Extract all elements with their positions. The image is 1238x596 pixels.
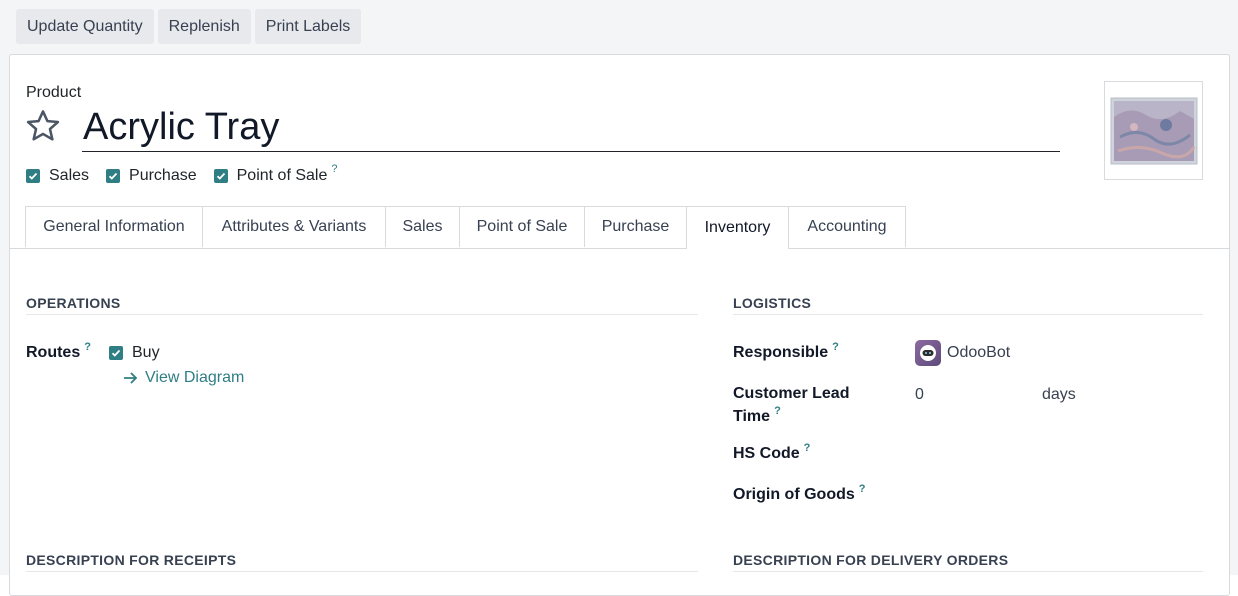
help-icon[interactable]: ? [804, 442, 811, 454]
view-diagram-link[interactable]: View Diagram [123, 369, 244, 387]
point-of-sale-flag-label: Point of Sale [236, 167, 328, 184]
point-of-sale-checkbox[interactable] [213, 169, 228, 183]
description-receipts-title: DESCRIPTION FOR RECEIPTS [26, 552, 237, 568]
customer-lead-time-label-line1: Customer Lead [733, 385, 850, 402]
responsible-field[interactable]: OdooBot [915, 340, 1010, 366]
tab-general-information[interactable]: General Information [25, 206, 203, 247]
tab-point-of-sale[interactable]: Point of Sale [459, 206, 585, 247]
hs-code-label: HS Code? [733, 442, 810, 467]
logistics-divider [733, 314, 1203, 315]
operations-title: OPERATIONS [26, 295, 121, 311]
responsible-value: OdooBot [947, 344, 1011, 361]
routes-label-text: Routes [26, 344, 81, 361]
help-icon[interactable]: ? [832, 341, 839, 353]
description-receipts-divider [26, 571, 698, 572]
tab-accounting[interactable]: Accounting [788, 206, 906, 247]
product-image-thumbnail [1110, 97, 1197, 164]
flag-point-of-sale[interactable]: Point of Sale ? [213, 163, 337, 185]
avatar [915, 340, 941, 366]
view-diagram-label: View Diagram [145, 369, 245, 386]
odoobot-icon [920, 345, 936, 361]
hs-code-input[interactable] [915, 442, 1205, 464]
description-delivery-divider [733, 571, 1203, 572]
customer-lead-time-label: Customer Lead Time? [733, 382, 849, 430]
tab-attributes-variants[interactable]: Attributes & Variants [202, 206, 386, 247]
flag-purchase[interactable]: Purchase [106, 167, 197, 185]
star-icon[interactable] [24, 107, 62, 145]
tab-purchase[interactable]: Purchase [584, 206, 687, 247]
customer-lead-time-label-line2: Time [733, 408, 771, 425]
action-bar: Update Quantity Replenish Print Labels [16, 9, 362, 44]
origin-of-goods-input[interactable] [915, 483, 1205, 505]
product-name: Acrylic Tray [83, 106, 280, 148]
route-buy-label: Buy [132, 344, 160, 361]
sales-checkbox[interactable] [26, 169, 40, 183]
help-icon[interactable]: ? [859, 483, 866, 495]
purchase-checkbox[interactable] [106, 169, 121, 183]
origin-of-goods-label: Origin of Goods? [733, 483, 866, 508]
help-icon[interactable]: ? [331, 163, 337, 175]
customer-lead-time-unit: days [1042, 386, 1076, 403]
help-icon[interactable]: ? [774, 405, 781, 417]
routes-label: Routes? [26, 341, 91, 366]
product-label: Product [26, 84, 82, 101]
product-image[interactable] [1104, 81, 1203, 180]
help-icon[interactable]: ? [84, 341, 91, 353]
tab-inventory[interactable]: Inventory [686, 206, 789, 249]
responsible-label: Responsible? [733, 341, 839, 366]
responsible-label-text: Responsible [733, 344, 829, 361]
route-buy-checkbox[interactable] [109, 346, 123, 360]
sales-flag-label: Sales [49, 167, 90, 184]
route-buy[interactable]: Buy [109, 344, 160, 362]
customer-lead-time-value[interactable]: 0 [915, 386, 924, 404]
logistics-title: LOGISTICS [733, 295, 812, 311]
hs-code-label-text: HS Code [733, 445, 800, 462]
update-quantity-button[interactable]: Update Quantity [16, 9, 154, 44]
description-delivery-title: DESCRIPTION FOR DELIVERY ORDERS [733, 552, 1009, 568]
purchase-flag-label: Purchase [129, 167, 197, 184]
arrow-right-icon [124, 372, 138, 384]
notebook-tabs: General Information Attributes & Variant… [10, 206, 1229, 249]
form-sheet: Product Acrylic Tray Sales Purchase Poin… [9, 54, 1230, 596]
origin-of-goods-label-text: Origin of Goods [733, 486, 855, 503]
product-name-field[interactable]: Acrylic Tray [82, 103, 1060, 152]
flag-sales[interactable]: Sales [26, 167, 89, 185]
product-flags: Sales Purchase Point of Sale ? [26, 163, 354, 185]
operations-divider [26, 314, 698, 315]
print-labels-button[interactable]: Print Labels [254, 9, 362, 44]
tab-sales[interactable]: Sales [385, 206, 460, 247]
replenish-button[interactable]: Replenish [157, 9, 251, 44]
